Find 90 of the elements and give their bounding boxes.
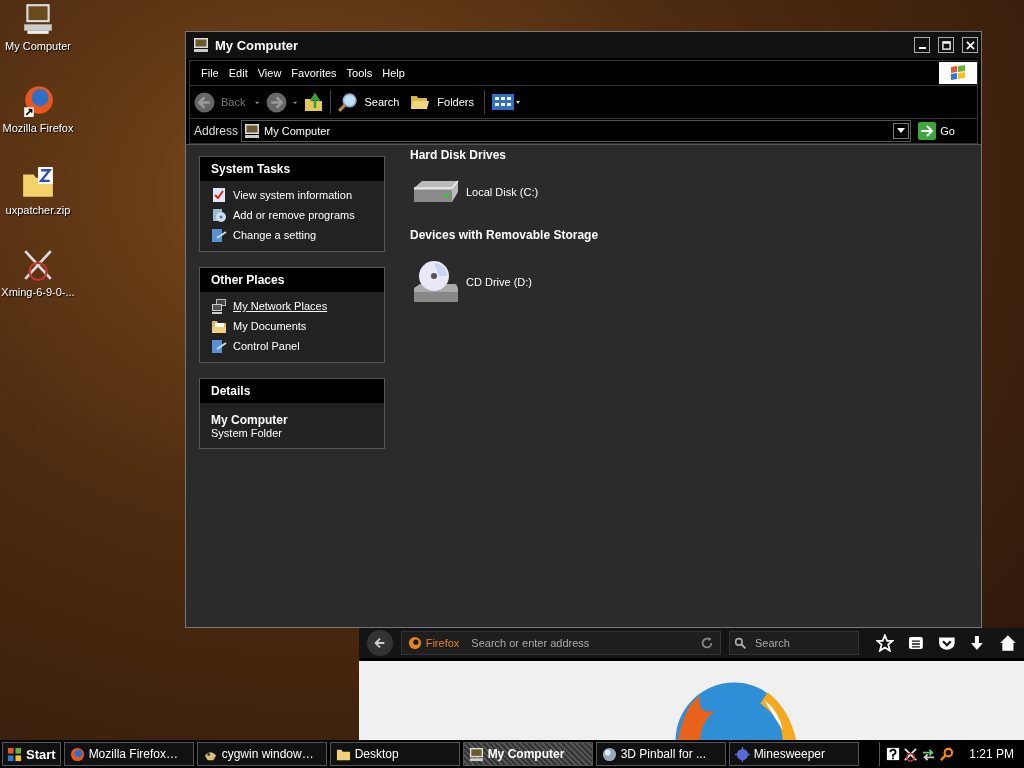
back-button[interactable] [367,630,393,656]
reload-icon[interactable] [700,636,714,650]
caret-icon[interactable] [255,99,261,105]
address-value: My Computer [264,125,331,137]
task-link[interactable]: Change a setting [233,229,317,241]
taskbar-button[interactable]: Minesweeper [728,742,859,766]
search-field[interactable]: Search [753,636,854,650]
control-panel-icon [211,227,227,243]
control-panel-icon [211,338,227,354]
details-name: My Computer [211,413,289,427]
computer-icon [468,746,484,762]
views-grid-icon [491,94,521,110]
menu-item[interactable]: Favorites [288,67,344,79]
computer-icon[interactable] [21,2,55,36]
help-icon[interactable] [886,747,901,761]
maximize-icon [941,40,951,50]
windows-flag-icon [939,62,977,84]
task-link[interactable]: My Documents [233,320,307,332]
close-icon [965,40,975,50]
x-cross-icon[interactable] [903,746,919,762]
panel-title: Other Places [200,268,384,292]
address-bar[interactable]: Firefox Search or enter address [400,631,721,655]
menu-item[interactable]: View [254,67,289,79]
desktop-icon-label[interactable]: Mozilla Firefox [2,122,74,134]
firefox-icon[interactable] [21,84,55,118]
taskbar-button[interactable]: Mozilla Firefox… [63,742,194,766]
mine-icon [734,746,750,762]
task-link[interactable]: View system information [233,189,352,201]
address-field[interactable]: Search or enter address [469,636,696,650]
computer-icon [193,37,209,53]
details-type: System Folder [211,427,283,439]
network-icon [211,298,227,314]
window-title: My Computer [215,37,299,53]
search-bar[interactable]: Search [729,631,859,655]
close-button[interactable] [962,37,978,53]
forward-icon[interactable] [266,91,288,113]
menu-item[interactable]: Tools [343,67,380,79]
panel-title: Details [200,379,384,403]
menu-item[interactable]: Help [379,67,412,79]
site-identity: Firefox [425,637,460,649]
home-icon[interactable] [999,634,1017,652]
document-check-icon [211,187,227,203]
drive-label[interactable]: CD Drive (D:) [466,276,532,288]
back-button[interactable]: Back [194,91,250,113]
panel-title: System Tasks [200,157,384,181]
folder-up-icon[interactable] [304,92,325,112]
maximize-button[interactable] [938,37,954,53]
group-heading: Devices with Removable Storage [410,228,600,242]
minimize-button[interactable] [914,37,930,53]
menu-item[interactable]: Edit [225,67,255,79]
computer-icon [244,123,261,139]
folders-button[interactable]: Folders [409,92,478,112]
search-icon [734,636,747,650]
taskbar-button[interactable]: 3D Pinball for ... [595,742,726,766]
firefox-icon [407,636,422,650]
taskbar-button[interactable]: Desktop [329,742,460,766]
task-link[interactable]: Control Panel [233,340,300,352]
clock: 1:21 PM [969,747,1014,761]
desktop-icon-label[interactable]: uxpatcher.zip [5,204,71,216]
search-icon [337,91,359,113]
folder-icon [211,318,227,334]
address-field[interactable]: My Computer [241,120,912,142]
back-arrow-icon [372,636,387,650]
arrow-icon [918,122,937,140]
desktop-icon-label[interactable]: Xming-6-9-0-... [1,286,75,298]
programs-icon [211,207,227,223]
search-icon[interactable] [939,746,955,762]
address-label: Address [194,124,239,138]
windows-flag-icon [7,746,22,762]
start-button[interactable]: Start [2,742,61,766]
dropdown-button[interactable] [893,123,910,139]
task-link[interactable]: My Network Places [233,300,328,312]
caret-icon[interactable] [293,99,299,105]
zip-folder-icon[interactable] [21,166,55,200]
ball-icon [601,746,617,762]
firefox-icon [69,746,85,762]
taskbar-button[interactable]: My Computer [462,742,593,766]
drive-label[interactable]: Local Disk (C:) [466,186,539,198]
go-button[interactable]: Go [914,122,977,140]
group-heading: Hard Disk Drives [410,148,508,162]
caret-icon [897,128,906,134]
desktop-icon-label[interactable]: My Computer [5,40,71,52]
search-button[interactable]: Search [337,91,404,113]
star-icon[interactable] [876,634,894,652]
menu-item[interactable]: File [198,67,226,79]
task-link[interactable]: Add or remove programs [233,209,355,221]
minimize-icon [918,47,926,49]
taskbar-button[interactable]: cygwin window… [196,742,327,766]
pocket-icon[interactable] [937,634,956,652]
reading-list-icon[interactable] [907,635,924,651]
